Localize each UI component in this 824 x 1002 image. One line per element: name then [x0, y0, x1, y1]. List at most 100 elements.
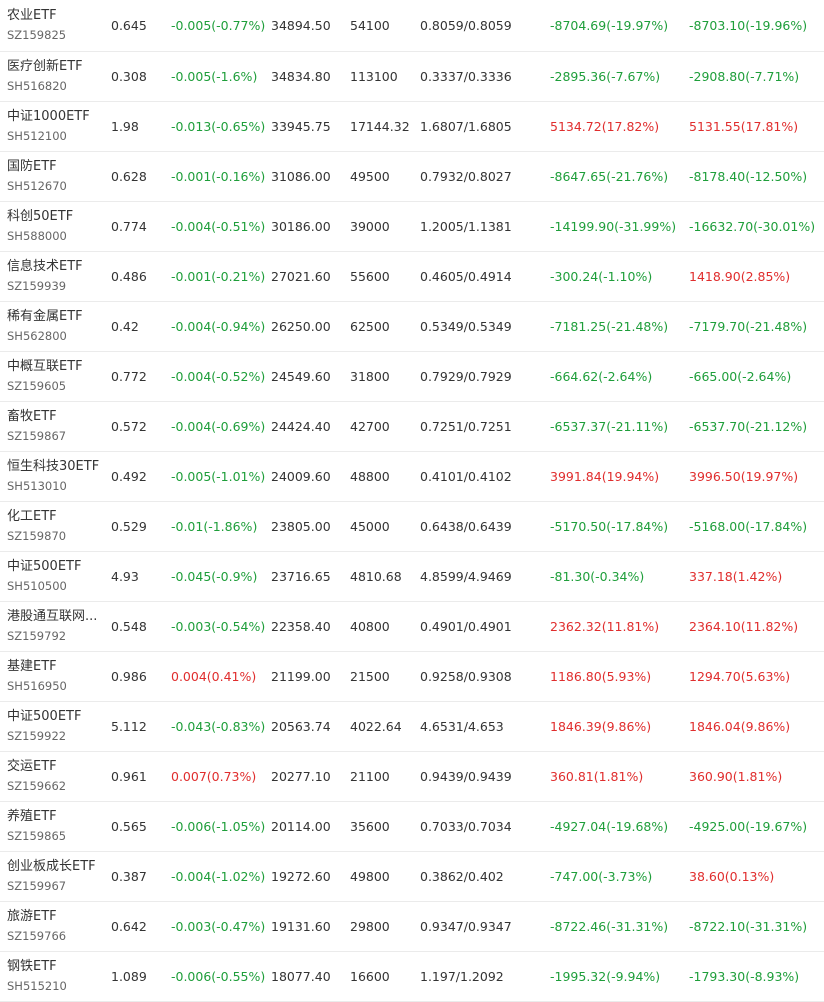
table-row[interactable]: 恒生科技30ETF SH513010 0.492 -0.005(-1.01%) … [0, 451, 824, 501]
range-cell: 1.197/1.2092 [420, 968, 504, 984]
change-cell: -0.004(-1.02%) [171, 868, 266, 884]
holdings-table: 农业ETF SZ159825 0.645 -0.005(-0.77%) 3489… [0, 0, 824, 1002]
range-cell: 0.8059/0.8059 [420, 17, 512, 33]
fund-name: 中证500ETF [7, 709, 82, 724]
change-cell: -0.004(-0.69%) [171, 418, 266, 434]
table-row[interactable]: 中证1000ETF SH512100 1.98 -0.013(-0.65%) 3… [0, 101, 824, 151]
profit-loss-cell: -1995.32(-9.94%) [550, 968, 661, 984]
amount-cell: 30186.00 [271, 218, 331, 234]
price-cell: 0.645 [111, 17, 147, 33]
range-cell: 0.7929/0.7929 [420, 368, 512, 384]
table-row[interactable]: 医疗创新ETF SH516820 0.308 -0.005(-1.6%) 348… [0, 51, 824, 101]
table-row[interactable]: 中证500ETF SZ159922 5.112 -0.043(-0.83%) 2… [0, 701, 824, 751]
fund-name: 钢铁ETF [7, 959, 57, 974]
profit-loss-cell: 5134.72(17.82%) [550, 118, 660, 134]
change-cell: -0.045(-0.9%) [171, 568, 258, 584]
table-row[interactable]: 旅游ETF SZ159766 0.642 -0.003(-0.47%) 1913… [0, 901, 824, 951]
range-cell: 0.4901/0.4901 [420, 618, 512, 634]
total-profit-loss-cell: -6537.70(-21.12%) [689, 418, 808, 434]
volume-cell: 42700 [350, 418, 390, 434]
change-cell: -0.001(-0.16%) [171, 168, 266, 184]
total-profit-loss-cell: -2908.80(-7.71%) [689, 68, 800, 84]
amount-cell: 20114.00 [271, 818, 331, 834]
table-row[interactable]: 中证500ETF SH510500 4.93 -0.045(-0.9%) 237… [0, 551, 824, 601]
fund-code: SZ159865 [7, 829, 67, 843]
amount-cell: 20277.10 [271, 768, 331, 784]
volume-cell: 62500 [350, 318, 390, 334]
volume-cell: 21500 [350, 668, 390, 684]
volume-cell: 31800 [350, 368, 390, 384]
profit-loss-cell: 1186.80(5.93%) [550, 668, 652, 684]
total-profit-loss-cell: 337.18(1.42%) [689, 568, 783, 584]
table-row[interactable]: 中概互联ETF SZ159605 0.772 -0.004(-0.52%) 24… [0, 351, 824, 401]
fund-cell: 中证500ETF SH510500 [0, 551, 111, 601]
table-row[interactable]: 畜牧ETF SZ159867 0.572 -0.004(-0.69%) 2442… [0, 401, 824, 451]
change-cell: -0.013(-0.65%) [171, 118, 266, 134]
table-row[interactable]: 信息技术ETF SZ159939 0.486 -0.001(-0.21%) 27… [0, 251, 824, 301]
fund-cell: 恒生科技30ETF SH513010 [0, 451, 111, 501]
volume-cell: 17144.32 [350, 118, 410, 134]
volume-cell: 49800 [350, 868, 390, 884]
fund-name: 基建ETF [7, 659, 57, 674]
volume-cell: 29800 [350, 918, 390, 934]
change-cell: -0.004(-0.94%) [171, 318, 266, 334]
price-cell: 0.772 [111, 368, 147, 384]
total-profit-loss-cell: 3996.50(19.97%) [689, 468, 799, 484]
price-cell: 0.642 [111, 918, 147, 934]
total-profit-loss-cell: 2364.10(11.82%) [689, 618, 799, 634]
fund-cell: 中证500ETF SZ159922 [0, 701, 111, 751]
price-cell: 0.387 [111, 868, 147, 884]
range-cell: 0.3337/0.3336 [420, 68, 512, 84]
profit-loss-cell: 3991.84(19.94%) [550, 468, 660, 484]
profit-loss-cell: -8647.65(-21.76%) [550, 168, 669, 184]
total-profit-loss-cell: -16632.70(-30.01%) [689, 218, 816, 234]
range-cell: 0.4605/0.4914 [420, 268, 512, 284]
table-row[interactable]: 稀有金属ETF SH562800 0.42 -0.004(-0.94%) 262… [0, 301, 824, 351]
range-cell: 0.5349/0.5349 [420, 318, 512, 334]
total-profit-loss-cell: -1793.30(-8.93%) [689, 968, 800, 984]
price-cell: 4.93 [111, 568, 139, 584]
profit-loss-cell: -664.62(-2.64%) [550, 368, 653, 384]
table-row[interactable]: 科创50ETF SH588000 0.774 -0.004(-0.51%) 30… [0, 201, 824, 251]
change-cell: -0.003(-0.47%) [171, 918, 266, 934]
range-cell: 4.8599/4.9469 [420, 568, 512, 584]
fund-name: 中概互联ETF [7, 359, 83, 374]
table-row[interactable]: 港股通互联网... SZ159792 0.548 -0.003(-0.54%) … [0, 601, 824, 651]
profit-loss-cell: -8704.69(-19.97%) [550, 17, 669, 33]
price-cell: 0.572 [111, 418, 147, 434]
table-row[interactable]: 国防ETF SH512670 0.628 -0.001(-0.16%) 3108… [0, 151, 824, 201]
range-cell: 1.2005/1.1381 [420, 218, 512, 234]
change-cell: -0.005(-1.01%) [171, 468, 266, 484]
table-row[interactable]: 养殖ETF SZ159865 0.565 -0.006(-1.05%) 2011… [0, 801, 824, 851]
profit-loss-cell: -7181.25(-21.48%) [550, 318, 669, 334]
volume-cell: 39000 [350, 218, 390, 234]
table-row[interactable]: 创业板成长ETF SZ159967 0.387 -0.004(-1.02%) 1… [0, 851, 824, 901]
fund-code: SZ159922 [7, 729, 67, 743]
fund-name: 国防ETF [7, 159, 57, 174]
fund-name: 稀有金属ETF [7, 309, 83, 324]
fund-cell: 稀有金属ETF SH562800 [0, 301, 111, 351]
amount-cell: 19131.60 [271, 918, 331, 934]
change-cell: -0.003(-0.54%) [171, 618, 266, 634]
amount-cell: 26250.00 [271, 318, 331, 334]
table-row[interactable]: 农业ETF SZ159825 0.645 -0.005(-0.77%) 3489… [0, 0, 824, 51]
table-row[interactable]: 交运ETF SZ159662 0.961 0.007(0.73%) 20277.… [0, 751, 824, 801]
total-profit-loss-cell: 1294.70(5.63%) [689, 668, 791, 684]
fund-code: SH512100 [7, 129, 67, 143]
price-cell: 0.492 [111, 468, 147, 484]
fund-code: SH516950 [7, 679, 67, 693]
fund-code: SZ159766 [7, 929, 67, 943]
fund-code: SZ159825 [7, 28, 67, 43]
fund-code: SH513010 [7, 479, 67, 493]
change-cell: -0.006(-1.05%) [171, 818, 266, 834]
fund-name: 医疗创新ETF [7, 59, 83, 74]
total-profit-loss-cell: -7179.70(-21.48%) [689, 318, 808, 334]
fund-cell: 养殖ETF SZ159865 [0, 801, 111, 851]
total-profit-loss-cell: 1418.90(2.85%) [689, 268, 791, 284]
fund-code: SZ159662 [7, 779, 67, 793]
table-row[interactable]: 基建ETF SH516950 0.986 0.004(0.41%) 21199.… [0, 651, 824, 701]
table-row[interactable]: 钢铁ETF SH515210 1.089 -0.006(-0.55%) 1807… [0, 951, 824, 1001]
table-row[interactable]: 化工ETF SZ159870 0.529 -0.01(-1.86%) 23805… [0, 501, 824, 551]
profit-loss-cell: -14199.90(-31.99%) [550, 218, 677, 234]
fund-name: 农业ETF [7, 8, 57, 24]
